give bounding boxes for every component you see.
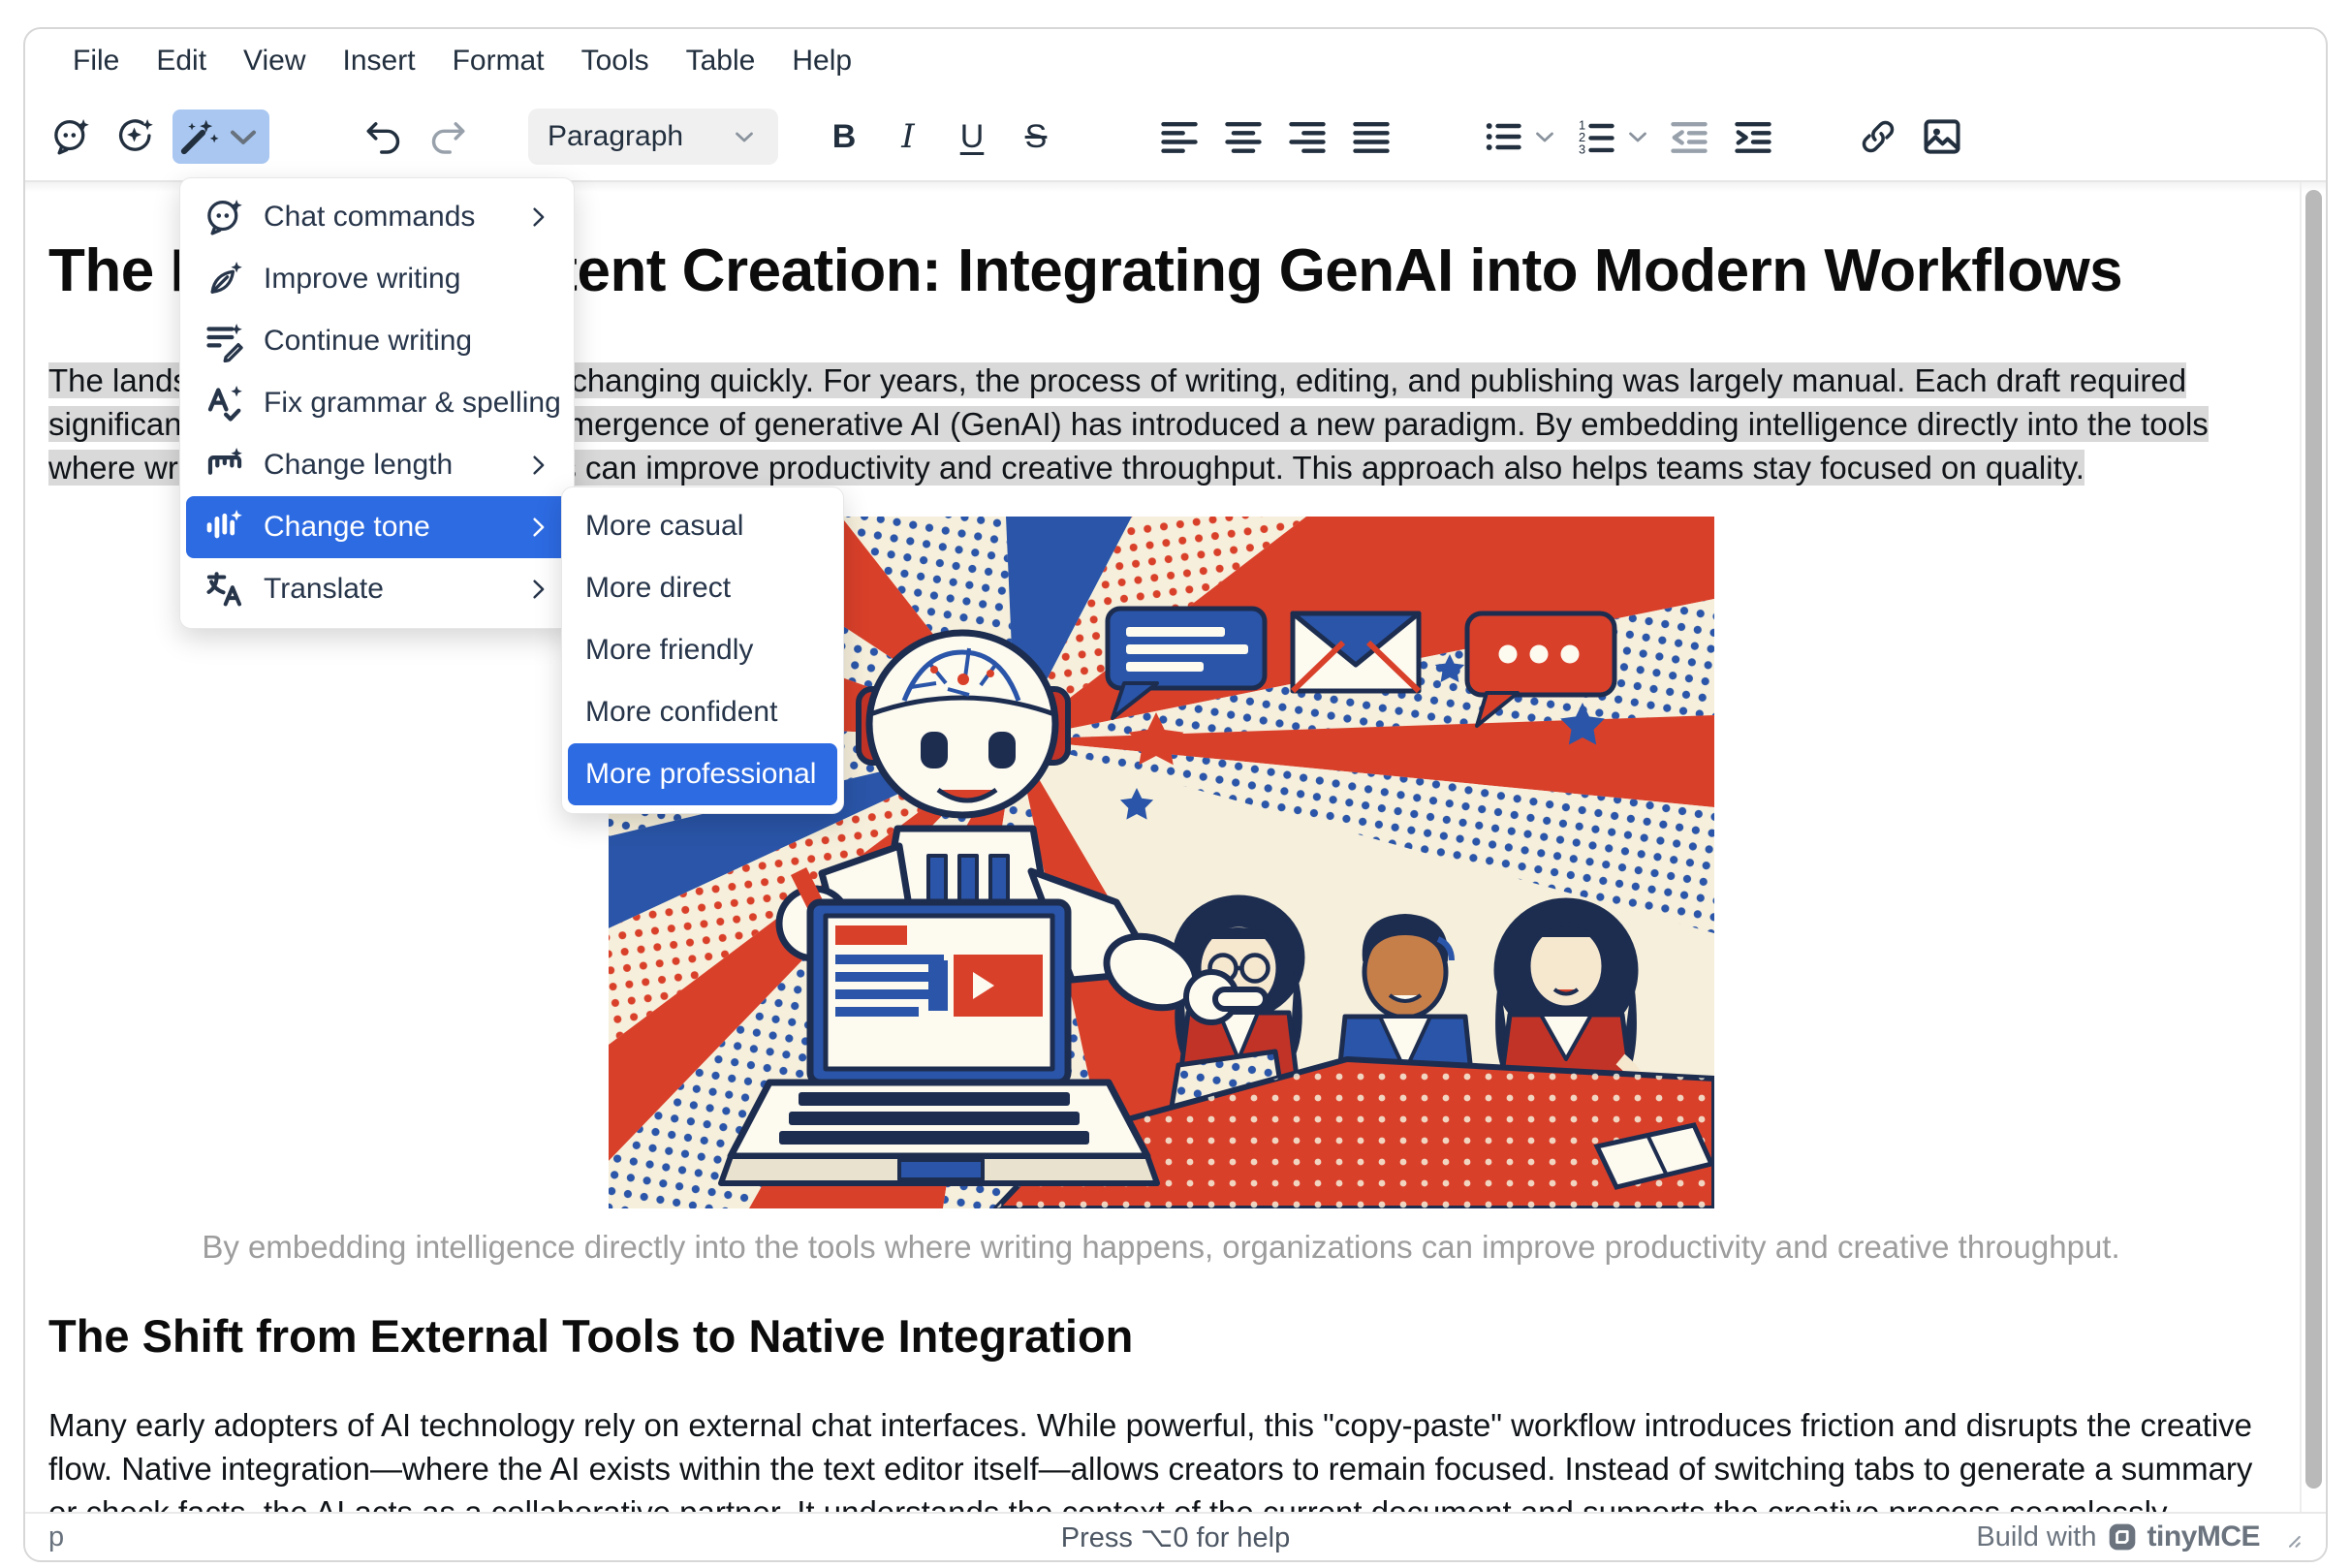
- menu-file[interactable]: File: [54, 37, 138, 85]
- justify-icon: [1350, 115, 1393, 158]
- menu-item-translate[interactable]: Translate: [186, 558, 568, 620]
- numbered-list-icon: [1575, 115, 1617, 158]
- chevron-right-icon: [523, 513, 552, 542]
- strikethrough-button[interactable]: S: [1009, 110, 1063, 164]
- image-caption: By embedding intelligence directly into …: [48, 1225, 2273, 1269]
- indent-icon: [1732, 115, 1774, 158]
- ai-chat-button[interactable]: [45, 110, 99, 164]
- align-left-button[interactable]: [1152, 110, 1207, 164]
- menu-item-chat-commands[interactable]: Chat commands: [186, 186, 568, 248]
- ruler-sparkle-icon: [204, 444, 246, 486]
- align-center-icon: [1222, 115, 1265, 158]
- undo-icon: [362, 115, 405, 158]
- submenu-item-more-friendly[interactable]: More friendly: [568, 619, 837, 681]
- tinymce-logo-icon: [2107, 1521, 2138, 1552]
- section-heading: The Shift from External Tools to Native …: [48, 1310, 2273, 1363]
- menu-tools[interactable]: Tools: [563, 37, 668, 85]
- section-paragraph: Many early adopters of AI technology rel…: [48, 1403, 2273, 1512]
- align-right-button[interactable]: [1280, 110, 1334, 164]
- menu-item-change-tone[interactable]: Change tone: [186, 496, 568, 558]
- chevron-down-icon: [222, 115, 265, 158]
- ai-review-icon: [114, 115, 157, 158]
- underline-button[interactable]: U: [945, 110, 999, 164]
- ai-shortcuts-button[interactable]: [172, 110, 269, 164]
- ai-dropdown-menu: Chat commands Improve writing Continue w…: [179, 177, 575, 629]
- menu-table[interactable]: Table: [668, 37, 774, 85]
- outdent-icon: [1668, 115, 1710, 158]
- submenu-item-more-professional[interactable]: More professional: [568, 743, 837, 805]
- submenu-item-more-confident[interactable]: More confident: [568, 681, 837, 743]
- scrollbar-thumb[interactable]: [2305, 190, 2322, 1489]
- ai-review-button[interactable]: [109, 110, 163, 164]
- chevron-down-icon[interactable]: [1530, 122, 1559, 151]
- toolbar: Paragraph B I U S: [25, 93, 2326, 180]
- align-left-icon: [1158, 115, 1201, 158]
- ai-chat-icon: [50, 115, 93, 158]
- insert-image-button[interactable]: [1915, 110, 1969, 164]
- menu-item-continue-writing[interactable]: Continue writing: [186, 310, 568, 372]
- pen-sparkle-icon: [204, 258, 246, 300]
- bullet-list-icon: [1482, 115, 1524, 158]
- menu-item-change-length[interactable]: Change length: [186, 434, 568, 496]
- block-format-value: Paragraph: [548, 120, 730, 153]
- menu-item-fix-grammar[interactable]: Fix grammar & spelling: [186, 372, 568, 434]
- image-icon: [1921, 115, 1963, 158]
- editor-window: File Edit View Insert Format Tools Table…: [23, 27, 2328, 1562]
- indent-button[interactable]: [1726, 110, 1780, 164]
- link-button[interactable]: [1851, 110, 1905, 164]
- bold-button[interactable]: B: [817, 110, 871, 164]
- menu-help[interactable]: Help: [773, 37, 870, 85]
- equalizer-sparkle-icon: [204, 506, 246, 549]
- lines-pencil-icon: [204, 320, 246, 362]
- justify-button[interactable]: [1344, 110, 1398, 164]
- resize-grip-icon[interactable]: [2277, 1524, 2303, 1550]
- submenu-item-more-casual[interactable]: More casual: [568, 495, 837, 557]
- tone-submenu: More casual More direct More friendly Mo…: [561, 486, 844, 814]
- chevron-right-icon: [523, 451, 552, 480]
- statusbar: p Press ⌥0 for help Build with tinyMCE: [25, 1512, 2326, 1560]
- bullet-list-button[interactable]: [1476, 110, 1530, 164]
- block-format-select[interactable]: Paragraph: [528, 109, 778, 165]
- align-right-icon: [1286, 115, 1329, 158]
- numbered-list-button[interactable]: [1569, 110, 1623, 164]
- menu-item-improve-writing[interactable]: Improve writing: [186, 248, 568, 310]
- menu-edit[interactable]: Edit: [138, 37, 225, 85]
- branding[interactable]: Build with tinyMCE: [1976, 1521, 2303, 1553]
- spellcheck-icon: [204, 382, 246, 424]
- magic-wand-icon: [177, 115, 220, 158]
- brand-name: tinyMCE: [2147, 1521, 2261, 1553]
- redo-button[interactable]: [421, 110, 475, 164]
- translate-icon: [204, 568, 246, 611]
- italic-button[interactable]: I: [881, 110, 935, 164]
- chevron-down-icon[interactable]: [1623, 122, 1652, 151]
- menu-view[interactable]: View: [225, 37, 324, 85]
- outdent-button[interactable]: [1662, 110, 1716, 164]
- scrollbar-track[interactable]: [2300, 182, 2326, 1512]
- undo-button[interactable]: [357, 110, 411, 164]
- brand-prefix: Build with: [1976, 1521, 2096, 1553]
- chevron-right-icon: [523, 575, 552, 604]
- chevron-down-icon: [730, 122, 759, 151]
- submenu-item-more-direct[interactable]: More direct: [568, 557, 837, 619]
- menu-format[interactable]: Format: [434, 37, 563, 85]
- menu-insert[interactable]: Insert: [325, 37, 434, 85]
- chevron-right-icon: [523, 203, 552, 232]
- ai-chat-icon: [204, 196, 246, 238]
- link-icon: [1857, 115, 1899, 158]
- align-center-button[interactable]: [1216, 110, 1270, 164]
- menubar: File Edit View Insert Format Tools Table…: [25, 29, 2326, 93]
- redo-icon: [426, 115, 469, 158]
